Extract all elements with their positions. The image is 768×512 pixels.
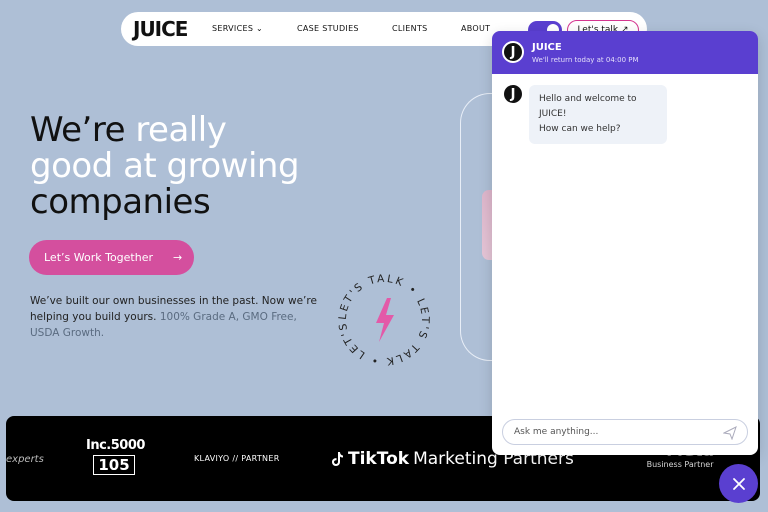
partner-inc5000: Inc.5000 105 (86, 438, 145, 475)
tiktok-icon (332, 452, 343, 466)
nav-link-about[interactable]: ABOUT (461, 24, 490, 33)
work-together-label: Let’s Work Together (44, 251, 153, 264)
inc-title: Inc.5000 (86, 438, 145, 453)
hero-description: We’ve built our own businesses in the pa… (30, 293, 320, 341)
chat-input[interactable]: Ask me anything... (502, 419, 748, 445)
hero-title: We’re really good at growing companies (30, 112, 360, 220)
hero-line1-light: really (135, 110, 227, 150)
logo[interactable]: JUICE (133, 17, 188, 41)
lightning-icon (376, 298, 394, 342)
message-line2: How can we help? (539, 124, 621, 134)
chat-input-placeholder: Ask me anything... (514, 427, 599, 437)
nav-link-services[interactable]: SERVICES ⌄ (212, 24, 263, 33)
chat-close-button[interactable] (719, 464, 758, 503)
stamp-svg: LET'S TALK • LET'S TALK • LET'S TALK • (327, 259, 429, 367)
lets-talk-stamp[interactable]: LET'S TALK • LET'S TALK • LET'S TALK • (327, 259, 436, 372)
meta-sub: Business Partner (646, 460, 714, 469)
message-line1: Hello and welcome to JUICE! (539, 94, 637, 119)
message-avatar: J (502, 83, 524, 105)
hero-line3: companies (30, 182, 211, 222)
chat-name: JUICE (532, 42, 562, 53)
close-icon (732, 477, 745, 490)
hero-line2: good at growing (30, 146, 300, 186)
welcome-message: Hello and welcome to JUICE! How can we h… (529, 85, 667, 144)
tiktok-bold: TikTok (348, 449, 410, 469)
chat-avatar: J (502, 41, 524, 63)
nav-link-clients[interactable]: CLIENTS (392, 24, 428, 33)
partner-klaviyo: KLAVIYO // PARTNER (194, 454, 280, 463)
inc-number: 105 (93, 455, 135, 475)
chat-header: J JUICE We'll return today at 04:00 PM (492, 31, 758, 74)
work-together-button[interactable]: Let’s Work Together → (29, 240, 194, 275)
partner-experts: experts (6, 454, 44, 465)
chat-status: We'll return today at 04:00 PM (532, 56, 639, 64)
chat-widget: J JUICE We'll return today at 04:00 PM J… (492, 31, 758, 455)
arrow-right-icon: → (173, 251, 183, 264)
send-icon[interactable] (723, 426, 737, 440)
hero-line1-dark: We’re (30, 110, 136, 150)
nav-link-case-studies[interactable]: CASE STUDIES (297, 24, 359, 33)
